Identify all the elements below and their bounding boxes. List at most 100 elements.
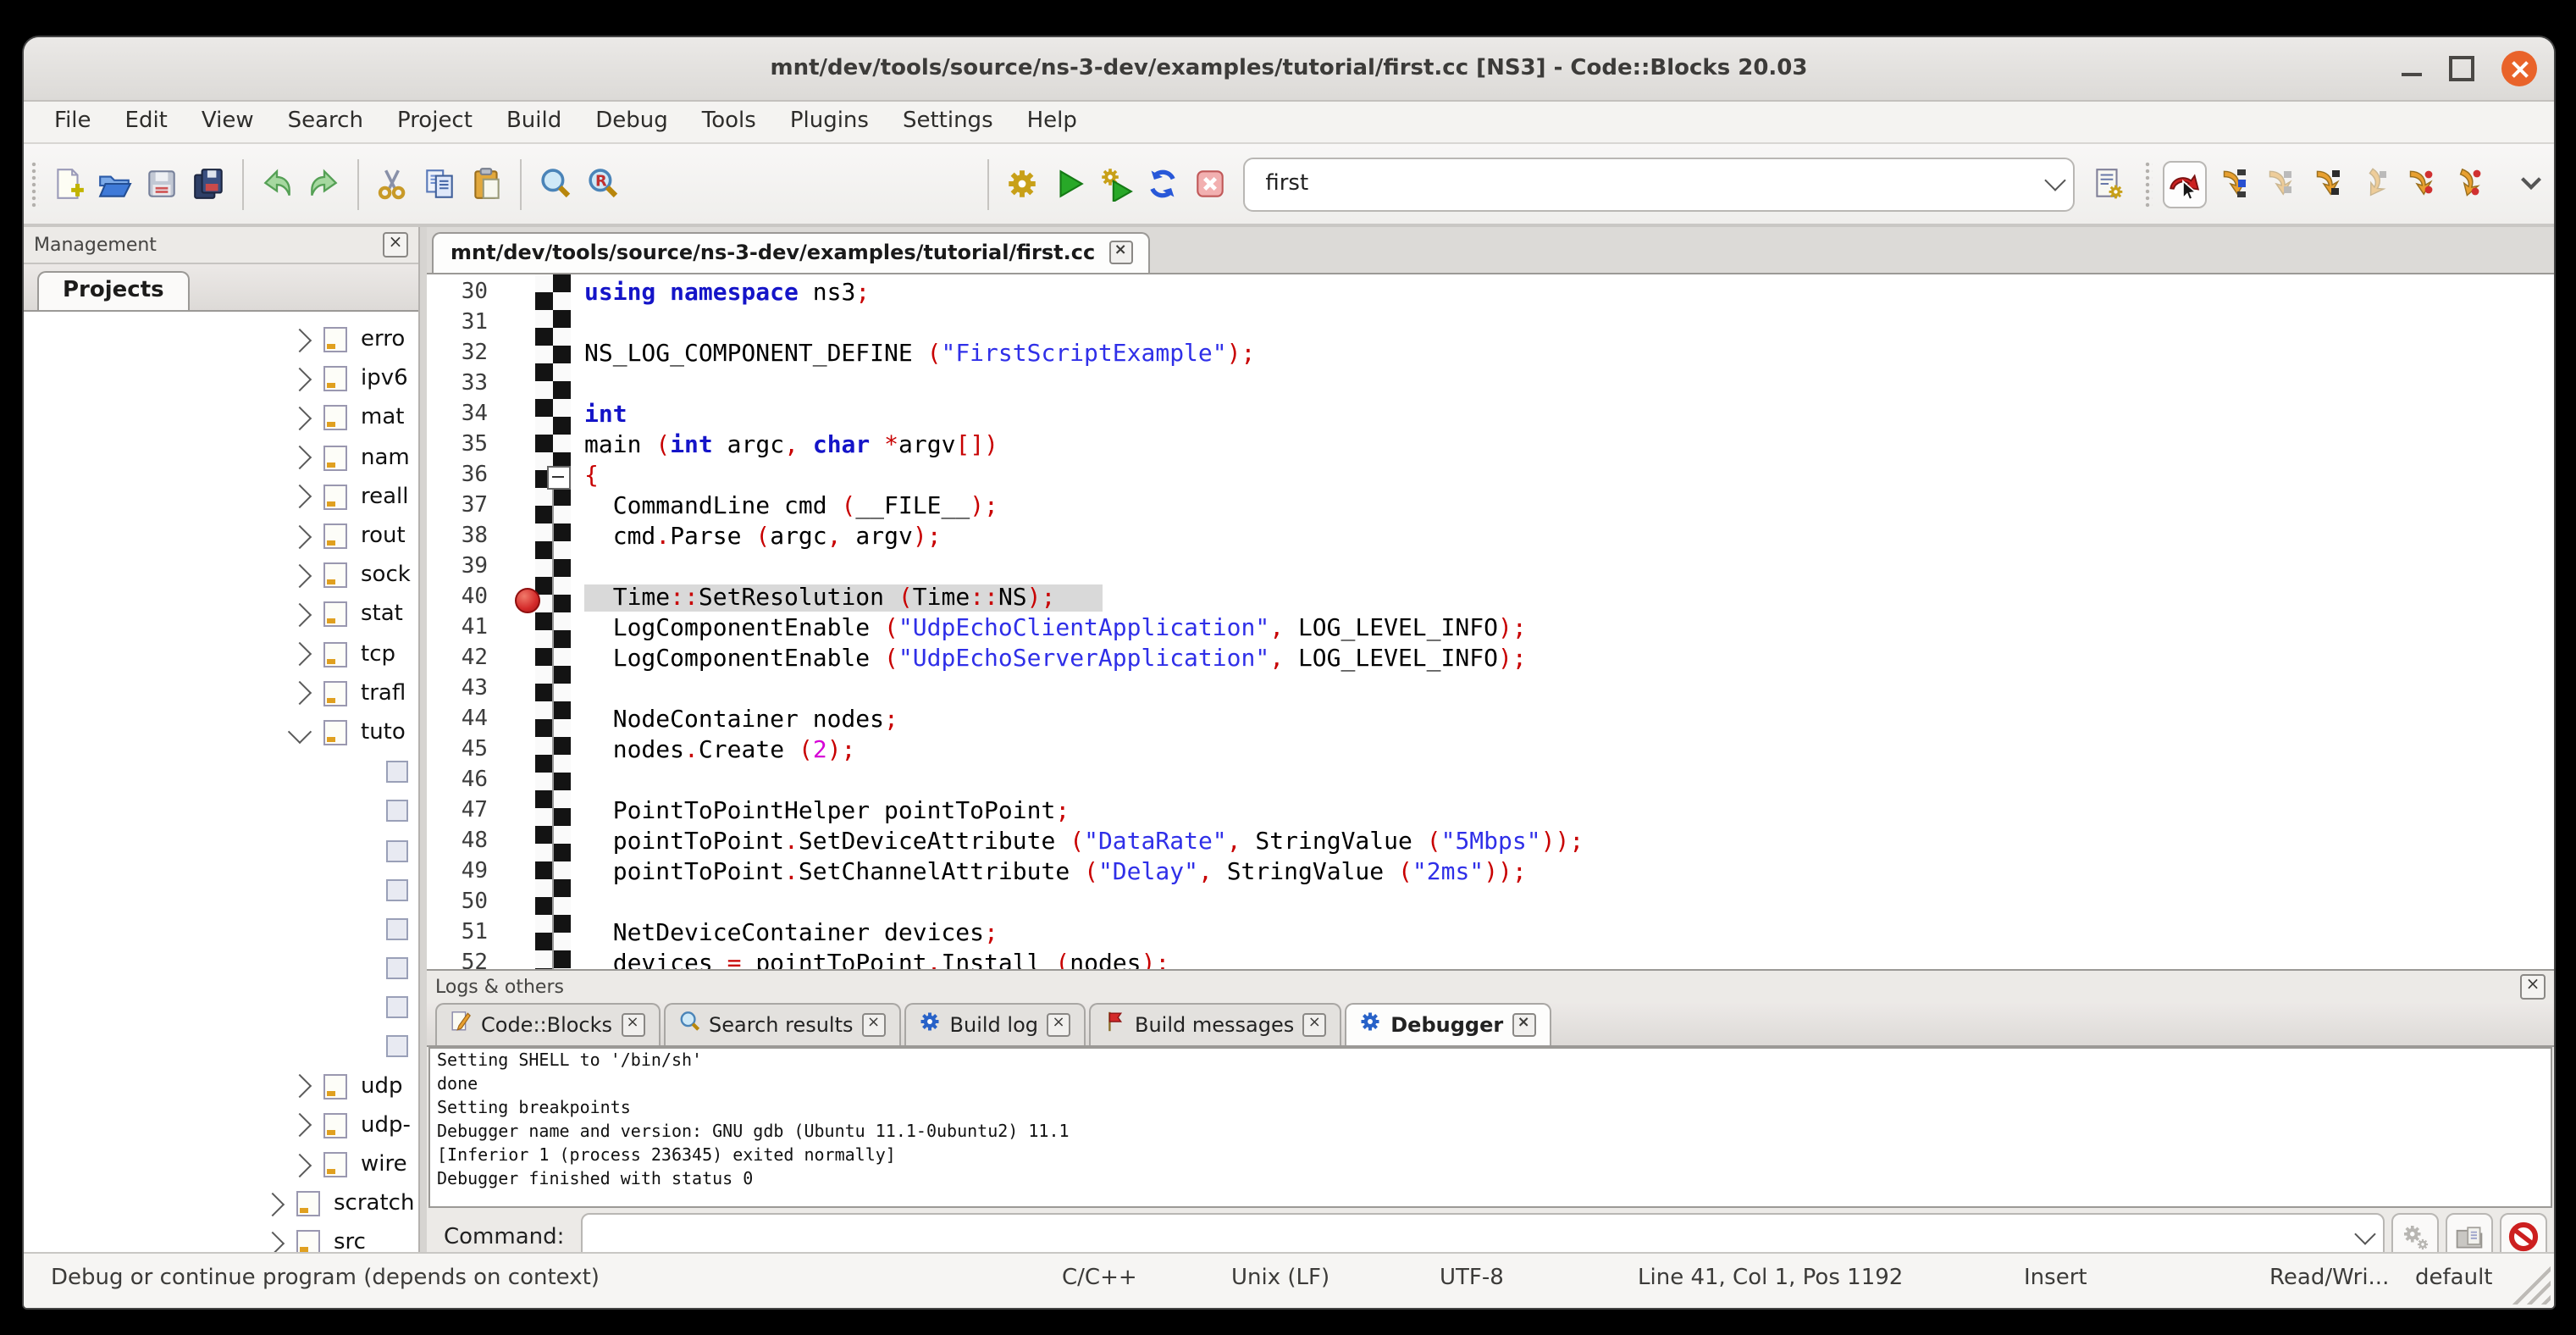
- line-number[interactable]: 42: [427, 644, 495, 674]
- fold-cell[interactable]: [542, 827, 578, 857]
- menu-item-build[interactable]: Build: [489, 102, 578, 142]
- code-line[interactable]: 35main (int argc, char *argv[]): [427, 430, 2554, 461]
- fold-cell[interactable]: [542, 308, 578, 339]
- build-button[interactable]: [1003, 162, 1042, 206]
- tree-item-udp-[interactable]: udp-: [24, 1106, 418, 1145]
- cut-button[interactable]: [373, 162, 412, 206]
- breakpoint-cell[interactable]: [495, 400, 542, 430]
- line-number[interactable]: 38: [427, 522, 495, 552]
- code-line[interactable]: 31: [427, 308, 2554, 339]
- breakpoint-cell[interactable]: [495, 888, 542, 918]
- save-all-button[interactable]: [189, 162, 229, 206]
- fold-cell[interactable]: [542, 552, 578, 583]
- fold-cell[interactable]: [542, 430, 578, 461]
- menu-item-file[interactable]: File: [37, 102, 108, 142]
- fold-cell[interactable]: [542, 369, 578, 400]
- run-button[interactable]: [1049, 162, 1089, 206]
- code-line[interactable]: 44 NodeContainer nodes;: [427, 705, 2554, 735]
- breakpoint-cell[interactable]: [495, 339, 542, 369]
- title-bar[interactable]: mnt/dev/tools/source/ns-3-dev/examples/t…: [24, 37, 2554, 102]
- fold-cell[interactable]: [542, 705, 578, 735]
- chevron-right-icon[interactable]: [288, 328, 312, 352]
- breakpoint-cell[interactable]: [495, 766, 542, 796]
- tree-item-fir[interactable]: fir: [24, 792, 418, 831]
- code-line[interactable]: 50: [427, 888, 2554, 918]
- tree-item-trafl[interactable]: trafl: [24, 673, 418, 712]
- code-line[interactable]: 40 Time::SetResolution (Time::NS);: [427, 583, 2554, 613]
- tab-close-icon[interactable]: ×: [1512, 1012, 1535, 1036]
- code-text[interactable]: LogComponentEnable ("UdpEchoClientApplic…: [578, 613, 2554, 644]
- tab-close-icon[interactable]: ×: [1047, 1012, 1070, 1036]
- code-text[interactable]: [578, 674, 2554, 705]
- code-line[interactable]: 37 CommandLine cmd (__FILE__);: [427, 491, 2554, 522]
- code-text[interactable]: nodes.Create (2);: [578, 735, 2554, 766]
- tree-item-erro[interactable]: erro: [24, 320, 418, 359]
- breakpoint-cell[interactable]: [495, 735, 542, 766]
- chevron-right-icon[interactable]: [288, 603, 312, 627]
- find-button[interactable]: [535, 162, 575, 206]
- build-target-combo[interactable]: [1243, 157, 2074, 211]
- chevron-right-icon[interactable]: [288, 407, 312, 430]
- tree-item-udp[interactable]: udp: [24, 1066, 418, 1105]
- line-number[interactable]: 50: [427, 888, 495, 918]
- line-number[interactable]: 39: [427, 552, 495, 583]
- chevron-right-icon[interactable]: [288, 485, 312, 509]
- menu-item-plugins[interactable]: Plugins: [773, 102, 886, 142]
- chevron-right-icon[interactable]: [288, 524, 312, 548]
- code-text[interactable]: LogComponentEnable ("UdpEchoServerApplic…: [578, 644, 2554, 674]
- line-number[interactable]: 34: [427, 400, 495, 430]
- rebuild-button[interactable]: [1143, 162, 1183, 206]
- editor-tab-close-icon[interactable]: ×: [1108, 241, 1132, 264]
- fold-cell[interactable]: [542, 613, 578, 644]
- fold-cell[interactable]: [542, 857, 578, 888]
- save-button[interactable]: [142, 162, 182, 206]
- code-text[interactable]: NS_LOG_COMPONENT_DEFINE ("FirstScriptExa…: [578, 339, 2554, 369]
- line-number[interactable]: 33: [427, 369, 495, 400]
- line-number[interactable]: 45: [427, 735, 495, 766]
- chevron-right-icon[interactable]: [288, 681, 312, 705]
- logs-tab-code-blocks[interactable]: Code::Blocks×: [435, 1003, 660, 1045]
- tree-item-stat[interactable]: stat: [24, 595, 418, 634]
- fold-cell[interactable]: [542, 796, 578, 827]
- breakpoint-cell[interactable]: [495, 430, 542, 461]
- code-line[interactable]: 30using namespace ns3;: [427, 278, 2554, 308]
- replace-button[interactable]: [582, 162, 622, 206]
- tree-item-ipv6[interactable]: ipv6: [24, 359, 418, 398]
- code-line[interactable]: 51 NetDeviceContainer devices;: [427, 918, 2554, 949]
- code-text[interactable]: devices = pointToPoint.Install (nodes);: [578, 949, 2554, 969]
- tree-item-fo[interactable]: fo: [24, 831, 418, 870]
- line-number[interactable]: 43: [427, 674, 495, 705]
- code-text[interactable]: [578, 308, 2554, 339]
- tree-item-sock[interactable]: sock: [24, 556, 418, 595]
- tree-item-wire[interactable]: wire: [24, 1145, 418, 1184]
- line-number[interactable]: 47: [427, 796, 495, 827]
- breakpoint-cell[interactable]: [495, 461, 542, 491]
- breakpoint-cell[interactable]: [495, 308, 542, 339]
- line-number[interactable]: 41: [427, 613, 495, 644]
- chevron-right-icon[interactable]: [288, 1114, 312, 1138]
- chevron-down-icon[interactable]: [2044, 169, 2065, 191]
- breakpoint-marker[interactable]: [515, 587, 540, 612]
- editor-tab-first-cc[interactable]: mnt/dev/tools/source/ns-3-dev/examples/t…: [432, 232, 1149, 273]
- line-number[interactable]: 31: [427, 308, 495, 339]
- fold-cell[interactable]: [542, 674, 578, 705]
- tab-projects[interactable]: Projects: [37, 271, 190, 310]
- line-number[interactable]: 36: [427, 461, 495, 491]
- code-line[interactable]: 32NS_LOG_COMPONENT_DEFINE ("FirstScriptE…: [427, 339, 2554, 369]
- breakpoint-cell[interactable]: [495, 644, 542, 674]
- menu-item-help[interactable]: Help: [1010, 102, 1094, 142]
- tree-item-rout[interactable]: rout: [24, 517, 418, 556]
- minimize-button[interactable]: [2402, 72, 2422, 75]
- menu-item-view[interactable]: View: [185, 102, 271, 142]
- fold-cell[interactable]: [542, 491, 578, 522]
- fold-cell[interactable]: [542, 522, 578, 552]
- chevron-down-icon[interactable]: [288, 721, 312, 745]
- fold-cell[interactable]: [542, 735, 578, 766]
- open-file-button[interactable]: [95, 162, 135, 206]
- code-text[interactable]: {: [578, 461, 2554, 491]
- redo-button[interactable]: [304, 162, 344, 206]
- fold-cell[interactable]: [542, 461, 578, 491]
- code-text[interactable]: PointToPointHelper pointToPoint;: [578, 796, 2554, 827]
- code-line[interactable]: 43: [427, 674, 2554, 705]
- code-text[interactable]: using namespace ns3;: [578, 278, 2554, 308]
